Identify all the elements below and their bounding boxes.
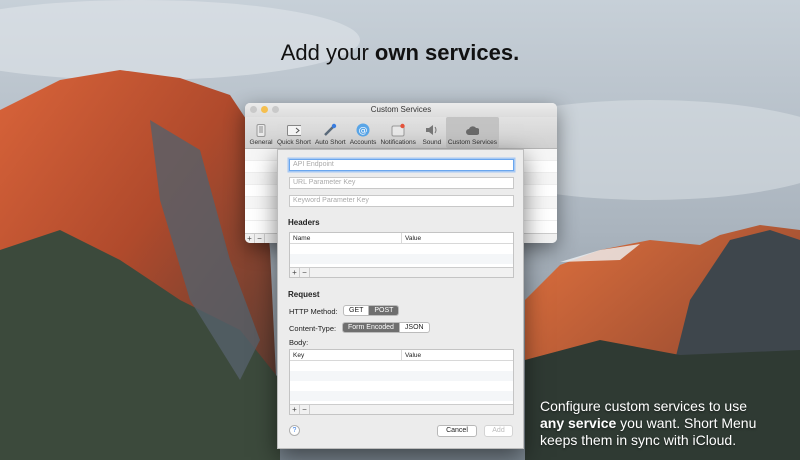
cloud-icon [465, 123, 480, 137]
tab-notifications[interactable]: Notifications [378, 117, 417, 148]
tab-general[interactable]: General [247, 117, 275, 148]
http-method-segmented: GET POST [343, 305, 400, 316]
tab-sound[interactable]: Sound [418, 117, 446, 148]
content-type-label: Content-Type: [289, 324, 337, 333]
column-value: Value [405, 235, 422, 242]
tab-label: Sound [422, 139, 442, 146]
add-button[interactable]: Add [484, 425, 513, 437]
body-table-footer: + − [290, 404, 513, 414]
keyboard-icon [286, 123, 301, 137]
tab-label: Auto Short [314, 139, 346, 146]
content-type-json[interactable]: JSON [398, 323, 429, 332]
headline-text: Add your [280, 40, 375, 65]
body-label: Body: [289, 338, 309, 347]
http-method-get[interactable]: GET [344, 306, 368, 315]
tab-custom-services[interactable]: Custom Services [445, 117, 499, 148]
traffic-lights [250, 106, 279, 113]
remove-body-button[interactable]: − [300, 405, 310, 414]
body-table[interactable]: Key Value + − [289, 349, 514, 415]
table-header: Key Value [290, 350, 513, 361]
caption-line1: Configure custom services to use [540, 398, 747, 414]
column-key: Key [290, 350, 402, 360]
table-row [290, 371, 513, 381]
headers-table-footer: + − [290, 267, 513, 277]
phone-icon [254, 123, 268, 137]
window-titlebar: Custom Services [245, 103, 557, 117]
wand-icon [323, 123, 337, 137]
tab-label: Quick Short [277, 139, 311, 146]
add-body-button[interactable]: + [290, 405, 300, 414]
speaker-icon [425, 123, 439, 137]
notification-icon [391, 123, 405, 137]
remove-header-button[interactable]: − [300, 268, 310, 277]
caption: Configure custom services to use any ser… [540, 398, 790, 449]
headline: Add your own services. [0, 40, 800, 66]
tab-accounts[interactable]: @ Accounts [348, 117, 379, 148]
remove-service-button[interactable]: − [255, 234, 265, 243]
preferences-toolbar: General Quick Short Auto Short @ Account… [245, 117, 557, 149]
table-header: Name Value [290, 233, 513, 244]
request-title: Request [288, 290, 320, 299]
table-row [290, 361, 513, 371]
help-button[interactable]: ? [289, 425, 300, 436]
caption-bold: any service [540, 415, 617, 431]
add-service-button[interactable]: + [245, 234, 255, 243]
minimize-icon[interactable] [261, 106, 268, 113]
tab-label: Custom Services [447, 139, 497, 146]
table-row [290, 381, 513, 391]
tab-auto-short[interactable]: Auto Short [313, 117, 348, 148]
tab-label: General [249, 139, 273, 146]
at-icon: @ [356, 123, 370, 137]
tab-quick-short[interactable]: Quick Short [275, 117, 313, 148]
http-method-label: HTTP Method: [289, 307, 338, 316]
window-title: Custom Services [370, 105, 432, 114]
headers-table[interactable]: Name Value + − [289, 232, 514, 278]
keyword-parameter-key-field[interactable]: Keyword Parameter Key [289, 195, 514, 207]
url-parameter-key-field[interactable]: URL Parameter Key [289, 177, 514, 189]
tab-label: Accounts [349, 139, 377, 146]
custom-service-sheet: API Endpoint URL Parameter Key Keyword P… [277, 149, 524, 449]
http-method-post[interactable]: POST [368, 306, 399, 315]
table-row [290, 391, 513, 401]
content-type-form-encoded[interactable]: Form Encoded [343, 323, 399, 332]
zoom-icon[interactable] [272, 106, 279, 113]
close-icon[interactable] [250, 106, 257, 113]
headers-title: Headers [288, 218, 320, 227]
svg-text:@: @ [359, 126, 368, 136]
api-endpoint-field[interactable]: API Endpoint [289, 159, 514, 171]
table-row [290, 244, 513, 254]
content-type-segmented: Form Encoded JSON [342, 322, 430, 333]
column-value: Value [405, 352, 422, 359]
table-row [290, 254, 513, 264]
column-name: Name [290, 233, 402, 243]
headline-bold: own services. [374, 40, 520, 65]
add-header-button[interactable]: + [290, 268, 300, 277]
cancel-button[interactable]: Cancel [437, 425, 477, 437]
tab-label: Notifications [380, 139, 416, 146]
